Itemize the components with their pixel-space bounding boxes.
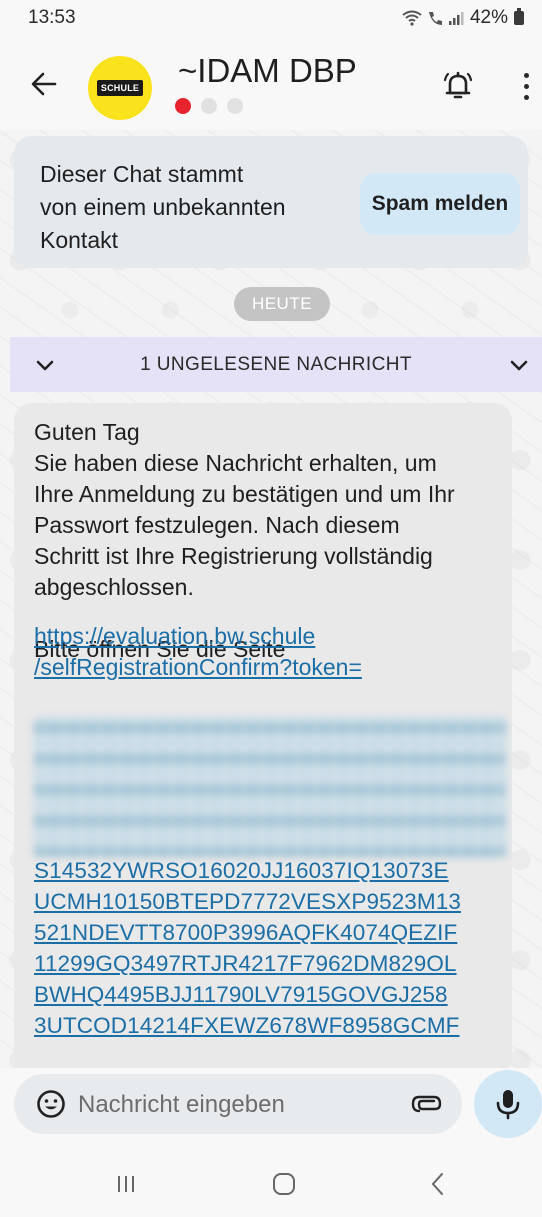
- token-line[interactable]: 11299GQ3497RTJR4217F7962DM829OL: [34, 948, 508, 979]
- message-bubble[interactable]: Guten Tag Sie haben diese Nachricht erha…: [14, 403, 512, 1075]
- recent-apps-button[interactable]: [106, 1164, 146, 1204]
- token-line[interactable]: S14532YWRSO16020JJ16037IQ13073E: [34, 855, 508, 886]
- home-icon: [273, 1173, 295, 1195]
- more-options-button[interactable]: [516, 68, 536, 104]
- more-vert-icon: [523, 83, 529, 89]
- token-line[interactable]: 521NDEVTT8700P3996AQFK4074QEZIF: [34, 917, 508, 948]
- voice-message-button[interactable]: [474, 1070, 542, 1138]
- page-dots: [175, 98, 243, 114]
- message-input[interactable]: [76, 1084, 390, 1126]
- bell-icon: [443, 71, 473, 99]
- composer: [0, 1068, 542, 1142]
- unknown-contact-text: Dieser Chat stammt von einem unbekannten…: [40, 161, 286, 253]
- token-line[interactable]: UCMH10150BTEPD7772VESXP9523M13: [34, 886, 508, 917]
- attach-icon[interactable]: [410, 1089, 444, 1119]
- status-right: 42%: [402, 7, 524, 29]
- more-vert-icon: [523, 72, 529, 78]
- token-lines: S14532YWRSO16020JJ16037IQ13073E UCMH1015…: [34, 855, 508, 1041]
- chevron-down-icon[interactable]: [34, 354, 56, 376]
- battery-icon: [514, 8, 524, 25]
- more-vert-icon: [523, 94, 529, 100]
- notification-button[interactable]: [440, 68, 476, 104]
- link-block: https://evaluation.bw.schule /selfRegist…: [34, 621, 504, 683]
- signal-bars-icon: [448, 12, 464, 25]
- report-spam-button[interactable]: Spam melden: [360, 173, 520, 235]
- emoji-icon[interactable]: [36, 1089, 66, 1119]
- screen: 13:53 42% SCHULE ~IDAM DBP Dieser Chat s…: [0, 0, 542, 1217]
- status-time: 13:53: [28, 7, 76, 28]
- avatar-logo: SCHULE: [96, 80, 144, 96]
- back-icon: [431, 1173, 443, 1195]
- date-chip: HEUTE: [234, 287, 330, 321]
- message-link[interactable]: https://evaluation.bw.schule: [34, 621, 504, 652]
- system-nav-bar: [0, 1150, 542, 1217]
- wifi-icon: [402, 10, 422, 26]
- token-line[interactable]: 3UTCOD14214FXEWZ678WF8958GCMF: [34, 1010, 508, 1041]
- system-back-button[interactable]: [418, 1164, 458, 1204]
- recent-apps-icon: [118, 1176, 134, 1192]
- page-dot: [201, 98, 217, 114]
- contact-avatar[interactable]: SCHULE: [88, 56, 152, 120]
- chevron-down-icon[interactable]: [508, 354, 530, 376]
- input-pill: [14, 1074, 462, 1134]
- chat-title[interactable]: ~IDAM DBP: [178, 52, 357, 90]
- page-dot-active: [175, 98, 191, 114]
- mic-icon: [496, 1090, 520, 1120]
- back-button[interactable]: [30, 70, 58, 98]
- call-signal-icon: [428, 12, 442, 25]
- status-bar: 13:53 42%: [0, 0, 542, 36]
- status-icons: [402, 10, 464, 26]
- token-line[interactable]: BWHQ4495BJJ11790LV7915GOVGJ258: [34, 979, 508, 1010]
- redacted-token-area: [34, 717, 506, 857]
- unread-messages-bar: 1 UNGELESENE NACHRICHT: [10, 337, 542, 392]
- unread-label: 1 UNGELESENE NACHRICHT: [140, 353, 412, 375]
- page-dot: [227, 98, 243, 114]
- battery-percent: 42%: [469, 7, 508, 28]
- back-arrow-icon: [31, 72, 57, 96]
- unknown-contact-banner: Dieser Chat stammt von einem unbekannten…: [14, 136, 528, 268]
- chat-header: SCHULE ~IDAM DBP: [0, 38, 542, 128]
- message-link[interactable]: /selfRegistrationConfirm?token=: [34, 652, 504, 683]
- home-button[interactable]: [264, 1164, 304, 1204]
